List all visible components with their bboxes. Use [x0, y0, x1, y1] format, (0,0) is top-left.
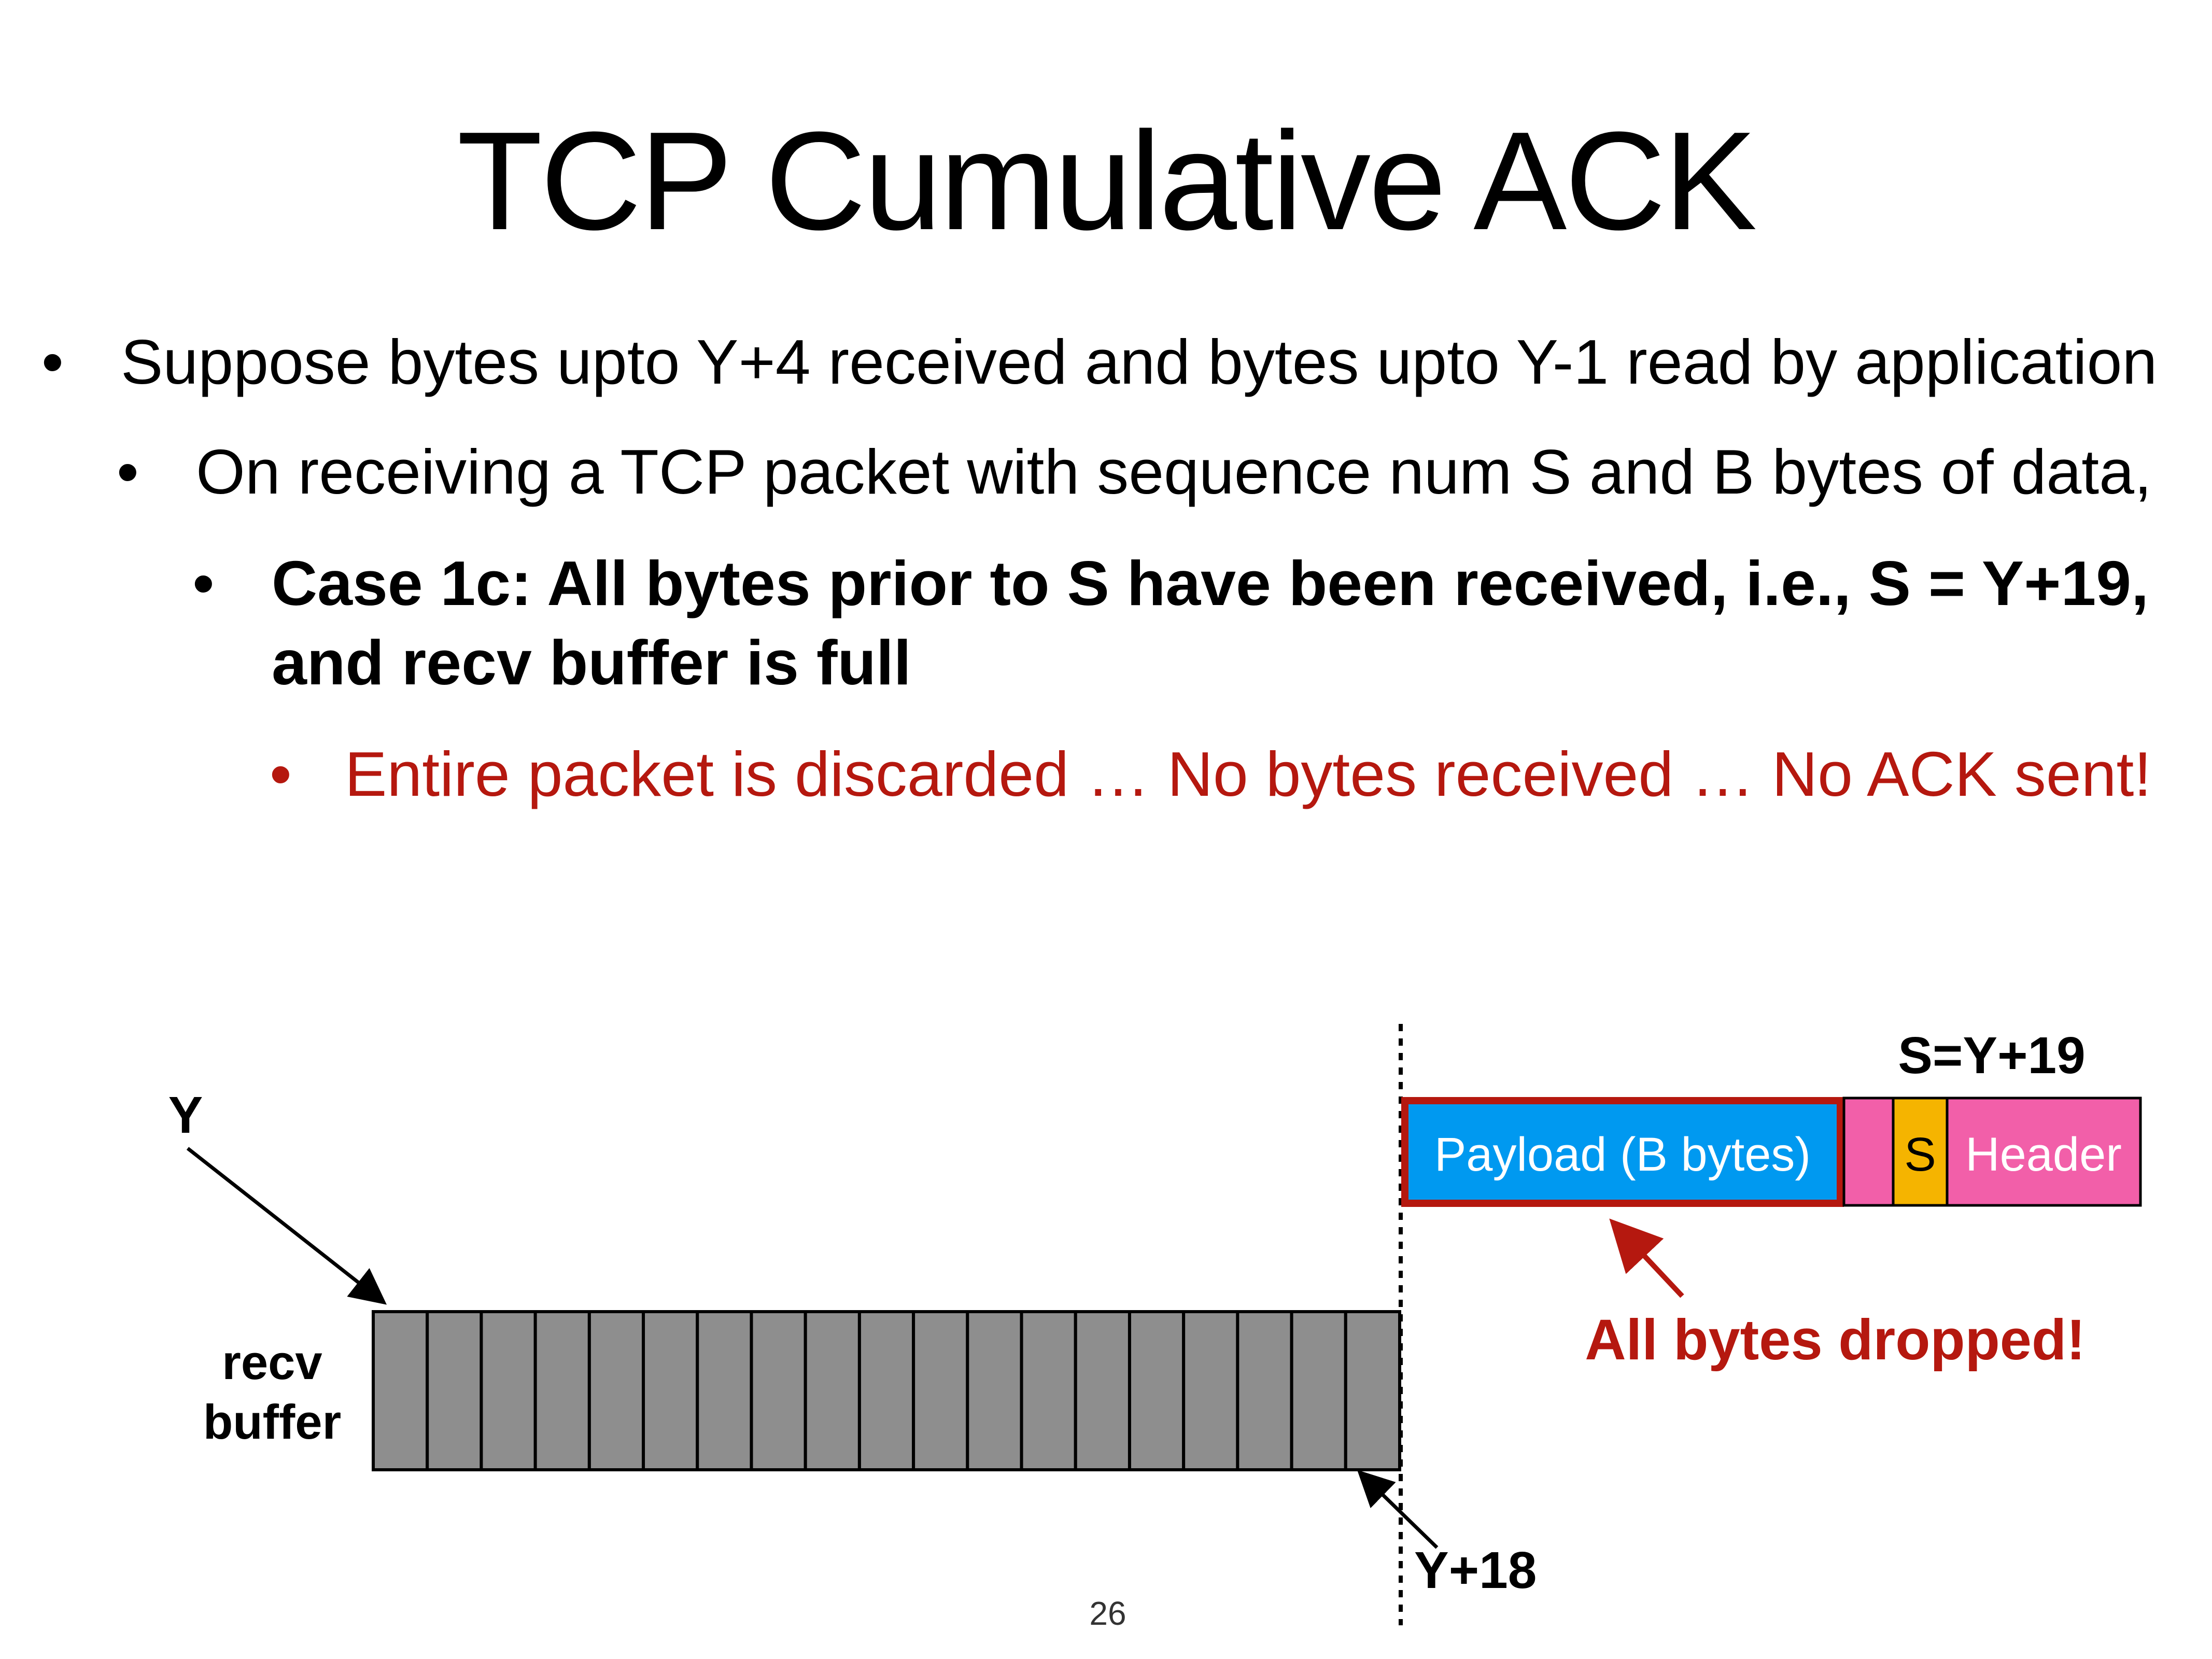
- recv-buffer-cell: [372, 1310, 429, 1471]
- seq-value-label: S=Y+19: [1898, 1027, 2085, 1085]
- y-label: Y: [168, 1086, 203, 1144]
- recv-buffer-cell: [912, 1310, 969, 1471]
- recv-buffer-cell: [480, 1310, 537, 1471]
- dropped-arrow: [1609, 1218, 1684, 1298]
- recv-buffer-cell: [1020, 1310, 1077, 1471]
- recv-buffer-cell: [1128, 1310, 1186, 1471]
- recv-buffer-label-line2: buffer: [203, 1395, 341, 1449]
- header-pad-box: [1842, 1096, 1895, 1207]
- payload-label: Payload (B bytes): [1434, 1128, 1811, 1181]
- recv-buffer-cells: [372, 1310, 1402, 1471]
- recv-buffer-cell: [1236, 1310, 1293, 1471]
- recv-buffer-cell: [857, 1310, 915, 1471]
- seq-field-label: S: [1904, 1128, 1936, 1181]
- recv-buffer-cell: [533, 1310, 591, 1471]
- recv-buffer-cell: [426, 1310, 483, 1471]
- recv-buffer-cell: [750, 1310, 807, 1471]
- recv-buffer-cell: [1290, 1310, 1347, 1471]
- tcp-packet: Payload (B bytes) S Header: [1401, 1096, 2142, 1207]
- recv-buffer-cell: [1182, 1310, 1239, 1471]
- dropped-label: All bytes dropped!: [1585, 1308, 2086, 1372]
- recv-buffer-cell: [966, 1310, 1023, 1471]
- y18-label: Y+18: [1414, 1541, 1537, 1599]
- tcp-buffer-diagram: Y recv buffer Y+18 Payload (B bytes) S H…: [168, 1024, 2142, 1625]
- page-number: 26: [1089, 1595, 1126, 1632]
- header-label: Header: [1965, 1128, 2122, 1181]
- recv-buffer-cell: [804, 1310, 861, 1471]
- recv-buffer-label-line1: recv: [222, 1335, 322, 1389]
- recv-buffer-cell: [1344, 1310, 1402, 1471]
- recv-buffer-cell: [642, 1310, 699, 1471]
- recv-buffer-cell: [587, 1310, 645, 1471]
- recv-buffer-cell: [1074, 1310, 1131, 1471]
- recv-buffer-cell: [696, 1310, 753, 1471]
- y-arrow: [186, 1147, 387, 1305]
